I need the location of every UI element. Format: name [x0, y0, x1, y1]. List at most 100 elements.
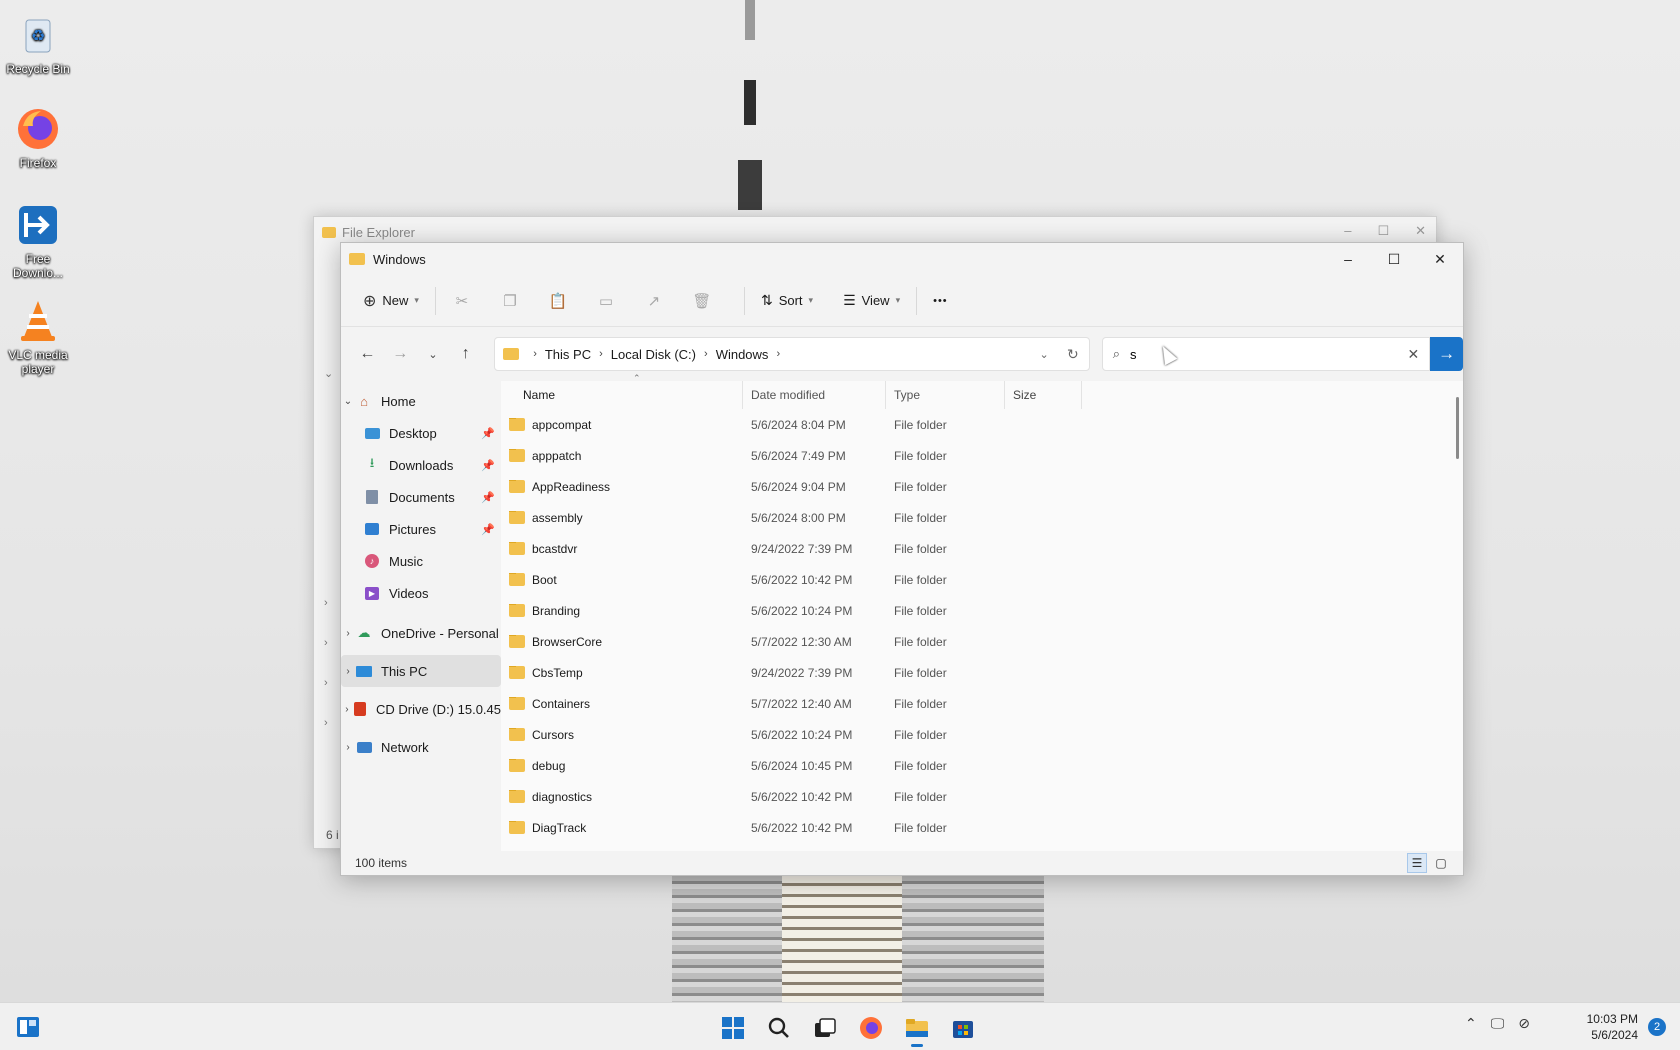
table-row[interactable]: Cursors 5/6/2022 10:24 PM File folder — [501, 719, 1463, 750]
forward-button[interactable]: → — [384, 345, 417, 363]
pin-icon[interactable]: 📌 — [481, 427, 495, 440]
search-box[interactable]: ⌕ ✕ — [1101, 337, 1431, 371]
details-view-icon[interactable]: ☰ — [1407, 853, 1427, 873]
table-row[interactable]: Containers 5/7/2022 12:40 AM File folder — [501, 688, 1463, 719]
file-type: File folder — [894, 541, 947, 556]
table-row[interactable]: apppatch 5/6/2024 7:49 PM File folder — [501, 440, 1463, 471]
desktop-icon-vlc[interactable]: VLC media player — [4, 298, 72, 376]
window-titlebar[interactable]: Windows – ☐ ✕ — [341, 243, 1463, 275]
search-icon[interactable] — [760, 1009, 798, 1047]
column-header-name[interactable]: Name — [501, 381, 743, 409]
table-row[interactable]: CbsTemp 9/24/2022 7:39 PM File folder — [501, 657, 1463, 688]
display-icon[interactable]: 🖵 — [1491, 1015, 1505, 1032]
table-row[interactable]: BrowserCore 5/7/2022 12:30 AM File folder — [501, 626, 1463, 657]
firefox-taskbar-icon[interactable] — [852, 1009, 890, 1047]
download-manager-icon — [15, 202, 61, 248]
chevron-up-icon[interactable]: ⌃ — [1465, 1015, 1477, 1032]
nav-item-network[interactable]: › Network — [341, 731, 501, 763]
file-type: File folder — [894, 603, 947, 618]
task-view-icon[interactable] — [806, 1009, 844, 1047]
nav-item-onedrive[interactable]: › ☁ OneDrive - Personal — [341, 617, 501, 649]
refresh-icon[interactable]: ↻ — [1067, 346, 1079, 363]
nav-item-cd-drive[interactable]: › CD Drive (D:) 15.0.45 — [341, 693, 501, 725]
search-go-button[interactable]: → — [1430, 337, 1463, 371]
table-row[interactable]: debug 5/6/2024 10:45 PM File folder — [501, 750, 1463, 781]
file-date: 5/6/2024 7:49 PM — [751, 448, 846, 463]
large-icons-view-icon[interactable]: ▢ — [1431, 853, 1451, 873]
nav-item-downloads[interactable]: ⭳ Downloads 📌 — [341, 449, 501, 481]
breadcrumb-local-disk[interactable]: Local Disk (C:) — [611, 347, 696, 362]
chevron-right-icon[interactable]: › — [599, 348, 603, 360]
svg-text:♻: ♻ — [31, 28, 45, 45]
delete-icon[interactable]: 🗑 — [686, 285, 718, 317]
vertical-scrollbar[interactable] — [1456, 397, 1459, 459]
address-bar[interactable]: › This PC › Local Disk (C:) › Windows › … — [494, 337, 1090, 371]
nav-item-documents[interactable]: Documents 📌 — [341, 481, 501, 513]
taskbar-clock[interactable]: 10:03 PM 5/6/2024 — [1587, 1011, 1638, 1043]
folder-icon — [509, 820, 525, 834]
pin-icon[interactable]: 📌 — [481, 523, 495, 536]
desktop-icon-recycle-bin[interactable]: ♻ Recycle Bin — [4, 12, 72, 76]
nav-item-this-pc[interactable]: › This PC — [341, 655, 501, 687]
nav-item-videos[interactable]: ▶ Videos — [341, 577, 501, 609]
minimize-button[interactable]: – — [1325, 243, 1371, 275]
new-button[interactable]: ⊕ New ▾ — [357, 285, 425, 317]
column-header-size[interactable]: Size — [1005, 381, 1082, 409]
pin-icon[interactable]: 📌 — [481, 491, 495, 504]
table-row[interactable]: appcompat 5/6/2024 8:04 PM File folder — [501, 409, 1463, 440]
desktop-icon-free-download[interactable]: Free Downlo... — [4, 202, 72, 280]
widgets-icon[interactable] — [16, 1015, 40, 1039]
chevron-right-icon[interactable]: › — [341, 628, 355, 639]
table-row[interactable]: Boot 5/6/2022 10:42 PM File folder — [501, 564, 1463, 595]
chevron-right-icon[interactable]: › — [341, 704, 353, 715]
back-button[interactable]: ← — [351, 345, 384, 363]
maximize-button[interactable]: ☐ — [1371, 243, 1417, 275]
breadcrumb-this-pc[interactable]: This PC — [545, 347, 591, 362]
address-history-dropdown[interactable]: ⌄ — [1040, 348, 1049, 361]
more-options-button[interactable]: ••• — [927, 285, 954, 317]
chevron-right-icon[interactable]: › — [341, 666, 355, 677]
breadcrumb-windows[interactable]: Windows — [716, 347, 769, 362]
network-status-icon[interactable]: ⊘ — [1518, 1015, 1530, 1032]
close-icon[interactable]: ✕ — [1415, 223, 1426, 239]
copy-icon[interactable]: ❐ — [494, 285, 526, 317]
table-row[interactable]: AppReadiness 5/6/2024 9:04 PM File folder — [501, 471, 1463, 502]
chevron-right-icon[interactable]: › — [704, 348, 708, 360]
table-row[interactable]: diagnostics 5/6/2022 10:42 PM File folder — [501, 781, 1463, 812]
view-button[interactable]: ☰ View ▾ — [837, 285, 906, 317]
close-button[interactable]: ✕ — [1417, 243, 1463, 275]
clear-search-icon[interactable]: ✕ — [1407, 346, 1419, 363]
start-icon[interactable] — [714, 1009, 752, 1047]
minimize-icon[interactable]: – — [1344, 223, 1351, 239]
up-button[interactable]: ↑ — [449, 345, 482, 363]
table-row[interactable]: bcastdvr 9/24/2022 7:39 PM File folder — [501, 533, 1463, 564]
nav-item-desktop[interactable]: Desktop 📌 — [341, 417, 501, 449]
table-row[interactable]: Branding 5/6/2022 10:24 PM File folder — [501, 595, 1463, 626]
column-header-type[interactable]: Type — [886, 381, 1005, 409]
pin-icon[interactable]: 📌 — [481, 459, 495, 472]
desktop-icon-firefox[interactable]: Firefox — [4, 106, 72, 170]
sort-button[interactable]: ⇅ Sort ▾ — [755, 285, 819, 317]
maximize-icon[interactable]: ☐ — [1377, 223, 1389, 239]
table-row[interactable]: assembly 5/6/2024 8:00 PM File folder — [501, 502, 1463, 533]
table-row[interactable]: DiagTrack 5/6/2022 10:42 PM File folder — [501, 812, 1463, 843]
chevron-right-icon[interactable]: › — [776, 348, 780, 360]
nav-item-pictures[interactable]: Pictures 📌 — [341, 513, 501, 545]
nav-item-home[interactable]: ⌄ ⌂ Home — [341, 385, 501, 417]
column-header-date[interactable]: Date modified — [743, 381, 886, 409]
rename-icon[interactable]: ▭ — [590, 285, 622, 317]
notification-badge[interactable]: 2 — [1648, 1018, 1666, 1036]
share-icon[interactable]: ↗ — [638, 285, 670, 317]
folder-icon — [509, 572, 525, 586]
file-explorer-taskbar-icon[interactable] — [898, 1009, 936, 1047]
file-type: File folder — [894, 820, 947, 835]
chevron-right-icon[interactable]: › — [341, 742, 355, 753]
chevron-down-icon[interactable]: ⌄ — [341, 396, 355, 407]
file-explorer-window[interactable]: Windows – ☐ ✕ ⊕ New ▾ ✂ ❐ 📋 ▭ ↗ 🗑 ⇅ Sort… — [340, 242, 1464, 876]
paste-icon[interactable]: 📋 — [542, 285, 574, 317]
recent-locations-button[interactable]: ⌄ — [417, 348, 450, 361]
store-icon[interactable] — [944, 1009, 982, 1047]
folder-icon — [509, 541, 525, 555]
nav-item-music[interactable]: ♪ Music — [341, 545, 501, 577]
cut-icon[interactable]: ✂ — [446, 285, 478, 317]
